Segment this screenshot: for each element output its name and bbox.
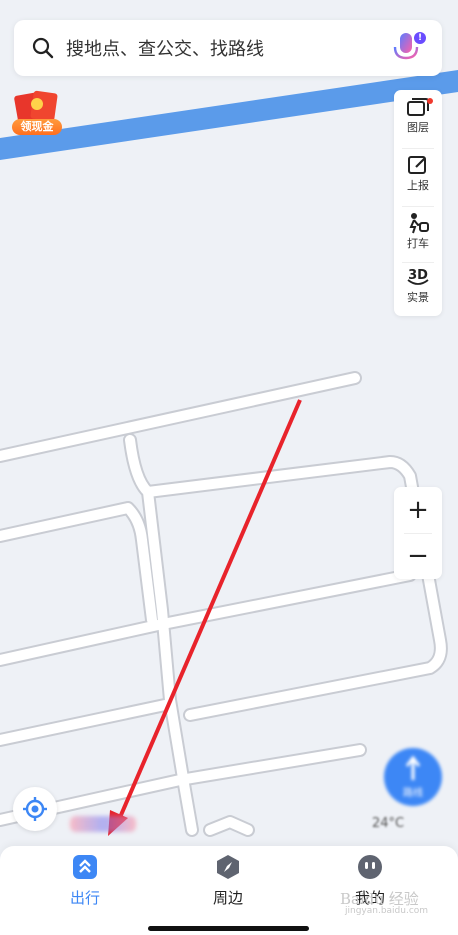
crosshair-icon [23, 797, 47, 821]
route-button[interactable]: 路线 [384, 748, 442, 806]
search-bar[interactable]: 搜地点、查公交、找路线 ! [14, 20, 442, 76]
zoom-controls: + − [394, 487, 442, 579]
tab-nearby-label: 周边 [212, 889, 243, 907]
watermark-url: jingyan.baidu.com [345, 906, 429, 916]
route-label: 路线 [403, 788, 423, 799]
zoom-out-button[interactable]: − [394, 533, 442, 579]
baidu-map-logo [70, 816, 136, 832]
taxi-label: 打车 [407, 237, 429, 250]
microphone-icon[interactable]: ! [388, 30, 426, 66]
3d-view-icon: 3D [407, 268, 429, 285]
report-button[interactable]: 上报 [394, 148, 442, 204]
compass-icon [217, 855, 239, 879]
cash-promo-label[interactable]: 领现金 [12, 119, 62, 135]
layers-notification-dot [427, 98, 433, 104]
taxi-icon [409, 213, 429, 234]
route-arrow-icon [405, 755, 421, 780]
tab-travel-label: 出行 [69, 889, 100, 907]
profile-icon [358, 855, 382, 879]
report-edit-icon [408, 156, 426, 174]
taxi-button[interactable]: 打车 [394, 206, 442, 262]
svg-text:3D: 3D [408, 268, 428, 283]
tab-travel[interactable]: 出行 [45, 854, 125, 908]
home-indicator[interactable] [148, 926, 309, 931]
locate-button[interactable] [13, 787, 57, 831]
layers-label: 图层 [407, 121, 429, 134]
search-icon [32, 37, 54, 59]
realview-button[interactable]: 3D 实景 [394, 260, 442, 316]
side-toolbar: 图层 上报 打车 3D 实景 [394, 90, 442, 316]
travel-icon [73, 855, 97, 879]
notification-badge: ! [414, 32, 426, 44]
tab-nearby[interactable]: 周边 [188, 854, 268, 908]
layers-button[interactable]: 图层 [394, 90, 442, 146]
report-label: 上报 [407, 179, 429, 192]
realview-label: 实景 [407, 291, 429, 304]
weather-temp: 24°C [372, 816, 405, 831]
search-placeholder[interactable]: 搜地点、查公交、找路线 [66, 35, 388, 61]
zoom-in-button[interactable]: + [394, 487, 442, 533]
